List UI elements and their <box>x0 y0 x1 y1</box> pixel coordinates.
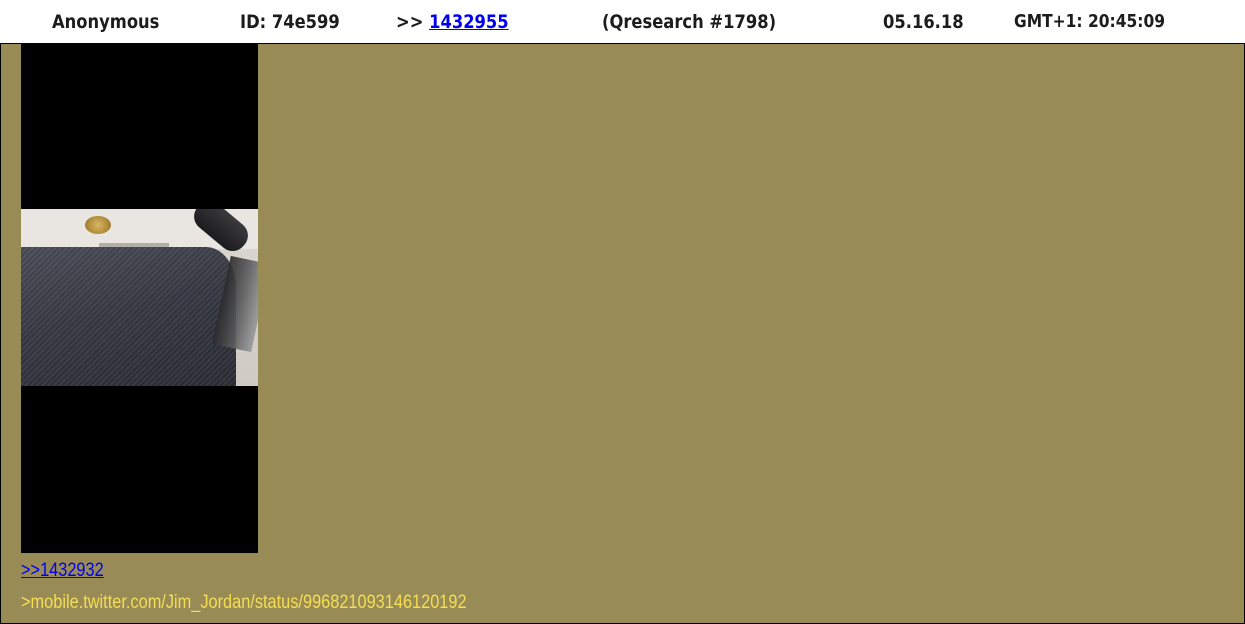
post-image-thumbnail[interactable] <box>21 44 258 553</box>
bread-label: (Qresearch #1798) <box>602 11 777 33</box>
ref-prefix: >> <box>396 11 424 33</box>
reply-quote-link[interactable]: >>1432932 <box>21 560 104 582</box>
poster-name: Anonymous <box>52 11 160 33</box>
photo-content <box>21 209 258 386</box>
fabric <box>21 247 236 386</box>
post-number-link[interactable]: 1432955 <box>429 11 509 33</box>
poster-id: ID: 74e599 <box>240 11 340 33</box>
post-header: Anonymous ID: 74e599 >> 1432955 (Qresear… <box>0 0 1245 44</box>
post-reference: >> 1432955 <box>396 0 509 43</box>
post-time: GMT+1: 20:45:09 <box>1014 11 1166 32</box>
post-body: >>1432932 >mobile.twitter.com/Jim_Jordan… <box>0 44 1245 624</box>
post-date: 05.16.18 <box>883 11 964 33</box>
greentext-line: >mobile.twitter.com/Jim_Jordan/status/99… <box>21 592 467 613</box>
seal-icon <box>85 216 111 234</box>
